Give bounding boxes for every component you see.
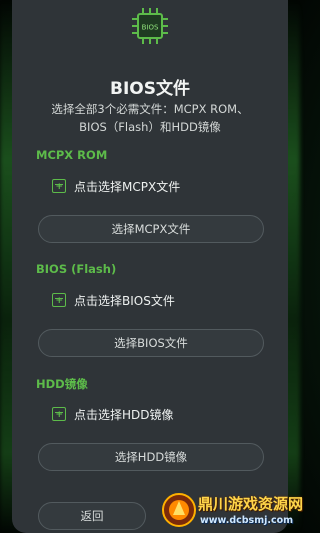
add-file-icon	[52, 179, 66, 193]
watermark-url: www.dcbsmj.com	[200, 515, 294, 526]
bios-dialog: BIOS BIOS文件 选择全部3个必需文件：MCPX ROM、 BIOS（Fl…	[12, 0, 288, 533]
select-bios-button[interactable]: 选择BIOS文件	[38, 329, 264, 357]
pick-mcpx-text: 点击选择MCPX文件	[74, 179, 181, 194]
section-label-bios: BIOS (Flash)	[36, 262, 117, 276]
back-button[interactable]: 返回	[38, 502, 146, 530]
page-title: BIOS文件	[110, 79, 190, 99]
subtitle-line-1: 选择全部3个必需文件：MCPX ROM、	[51, 102, 249, 116]
watermark-title: 鼎川游戏资源网	[198, 495, 304, 513]
section-label-mcpx: MCPX ROM	[36, 148, 108, 162]
pick-hdd-row[interactable]: 点击选择HDD镜像	[52, 405, 174, 423]
chip-label: BIOS	[142, 24, 159, 32]
watermark-logo-icon	[162, 493, 196, 527]
select-mcpx-button[interactable]: 选择MCPX文件	[38, 215, 264, 243]
add-file-icon	[52, 293, 66, 307]
select-hdd-button[interactable]: 选择HDD镜像	[38, 443, 264, 471]
subtitle-line-2: BIOS（Flash）和HDD镜像	[79, 120, 221, 134]
pick-hdd-text: 点击选择HDD镜像	[74, 407, 174, 422]
pick-bios-text: 点击选择BIOS文件	[74, 293, 175, 308]
add-file-icon	[52, 407, 66, 421]
cpu-chip-icon: BIOS	[132, 8, 168, 44]
site-watermark: 鼎川游戏资源网 www.dcbsmj.com	[160, 489, 304, 533]
pick-bios-row[interactable]: 点击选择BIOS文件	[52, 291, 175, 309]
section-label-hdd: HDD镜像	[36, 377, 88, 391]
pick-mcpx-row[interactable]: 点击选择MCPX文件	[52, 177, 180, 195]
page-subtitle: 选择全部3个必需文件：MCPX ROM、 BIOS（Flash）和HDD镜像	[26, 100, 274, 136]
